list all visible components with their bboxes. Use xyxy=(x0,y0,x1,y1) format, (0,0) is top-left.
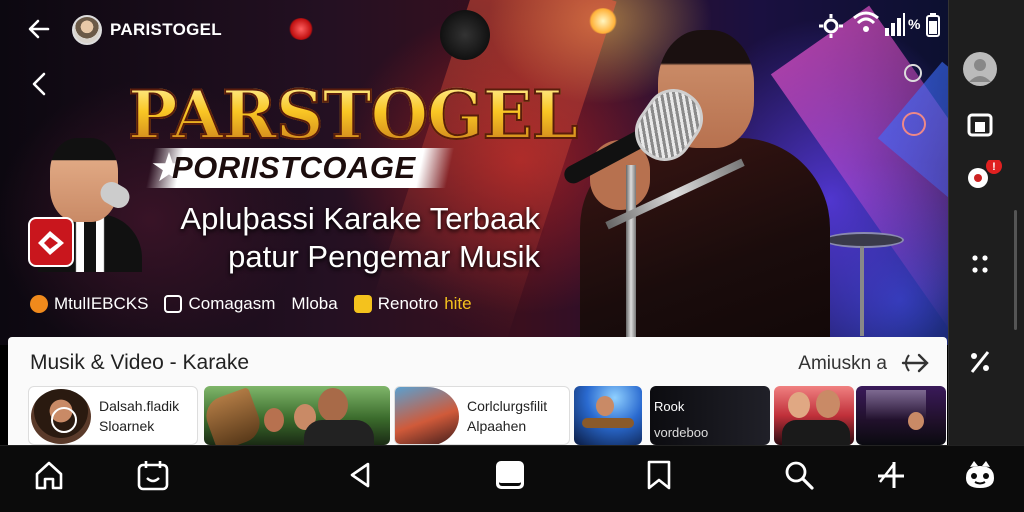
card-subtitle: Sloarnek xyxy=(99,418,155,434)
square-icon[interactable] xyxy=(493,458,527,492)
guitar-image xyxy=(582,418,634,428)
grid-dots-icon[interactable] xyxy=(966,250,994,278)
profile-avatar-icon[interactable] xyxy=(963,52,997,86)
back-arrow-icon[interactable] xyxy=(26,16,52,42)
video-card[interactable]: Dalsah.fladik Sloarnek xyxy=(28,386,198,445)
card-title: Dalsah.fladik xyxy=(99,398,180,414)
feature-item[interactable]: MtulIEBCKS xyxy=(30,294,148,314)
headline-line-1: Apluþassi Karake Terbaak xyxy=(180,201,540,236)
person-face xyxy=(816,390,840,418)
person-body xyxy=(782,420,850,445)
brand-logo: PARSTOGEL xyxy=(127,76,579,154)
top-app-bar: PARISTOGEL xyxy=(0,0,948,56)
signal-icon xyxy=(884,12,906,40)
video-card[interactable] xyxy=(774,386,854,445)
person-face xyxy=(318,388,348,422)
card-title: Rook xyxy=(654,399,685,414)
circle-icon[interactable] xyxy=(904,64,922,82)
chevron-left-icon[interactable] xyxy=(28,70,52,98)
settings-icon[interactable] xyxy=(818,12,844,40)
see-all-link[interactable]: Amiuskn a xyxy=(798,353,887,375)
feature-label: hite xyxy=(444,294,472,313)
scrollbar[interactable] xyxy=(1014,210,1017,330)
circle-icon[interactable] xyxy=(902,112,926,136)
search-icon[interactable] xyxy=(782,458,816,492)
fire-icon xyxy=(30,295,48,313)
app-logo-icon xyxy=(28,217,74,267)
feature-label: Comagasm xyxy=(188,294,276,313)
video-card[interactable] xyxy=(856,386,946,445)
logo-subtitle: PORIISTCOAGE xyxy=(172,150,416,185)
arrow-right-icon[interactable] xyxy=(901,351,931,375)
feature-item[interactable]: Mloba xyxy=(291,294,337,314)
bookmark-icon[interactable] xyxy=(642,458,676,492)
hero-headline: Apluþassi Karake Terbaak patur Pengemar … xyxy=(140,200,540,276)
headline-line-2: patur Pengemar Musik xyxy=(228,239,540,274)
card-title: Corlclurgsfilit xyxy=(467,398,548,414)
play-circle-icon xyxy=(51,407,77,433)
feature-item[interactable]: Renotro hite xyxy=(353,294,472,314)
battery-icon xyxy=(926,13,940,41)
wifi-icon xyxy=(852,10,880,38)
video-card[interactable]: Corlclurgsfilit Alpaahen xyxy=(394,386,570,445)
store-icon[interactable] xyxy=(966,110,994,138)
app-title: PARISTOGEL xyxy=(110,20,222,39)
home-icon[interactable] xyxy=(32,458,66,492)
feature-item[interactable]: Comagasm xyxy=(164,294,275,314)
singer-photo xyxy=(580,30,830,345)
drum-stand xyxy=(860,246,864,336)
card-subtitle: Alpaahen xyxy=(467,418,527,434)
section-title: Musik & Video - Karake xyxy=(30,351,250,374)
video-card[interactable] xyxy=(204,386,390,445)
card-subtitle: vordeboo xyxy=(654,425,709,440)
avatar[interactable] xyxy=(72,15,102,45)
feature-label: MtulIEBCKS xyxy=(54,294,149,313)
battery-label: % xyxy=(908,16,921,32)
calendar-icon xyxy=(164,295,183,313)
video-card[interactable]: Rook vordeboo xyxy=(650,386,770,445)
notification-badge: ! xyxy=(992,161,996,173)
person-face xyxy=(596,396,614,416)
mascot-icon[interactable] xyxy=(962,458,996,492)
star-badge-icon xyxy=(353,295,372,313)
person-face xyxy=(264,408,284,432)
feature-label: Mloba xyxy=(291,294,338,313)
notification-icon[interactable]: ! xyxy=(966,158,1002,188)
feature-row: MtulIEBCKS Comagasm Mloba Renotro hite xyxy=(30,294,472,314)
drum-cymbal xyxy=(824,232,904,248)
mic-stand xyxy=(626,165,636,345)
person-body xyxy=(304,420,374,445)
calendar-icon[interactable] xyxy=(136,458,170,492)
add-icon[interactable] xyxy=(874,458,908,492)
person-face xyxy=(908,412,924,430)
percent-icon[interactable] xyxy=(966,348,994,376)
card-thumbnail xyxy=(395,387,459,444)
person-face xyxy=(788,392,810,418)
video-card[interactable] xyxy=(574,386,642,445)
guitar-image xyxy=(204,386,266,445)
feature-label: Renotro xyxy=(377,294,439,313)
back-triangle-icon[interactable] xyxy=(344,458,378,492)
